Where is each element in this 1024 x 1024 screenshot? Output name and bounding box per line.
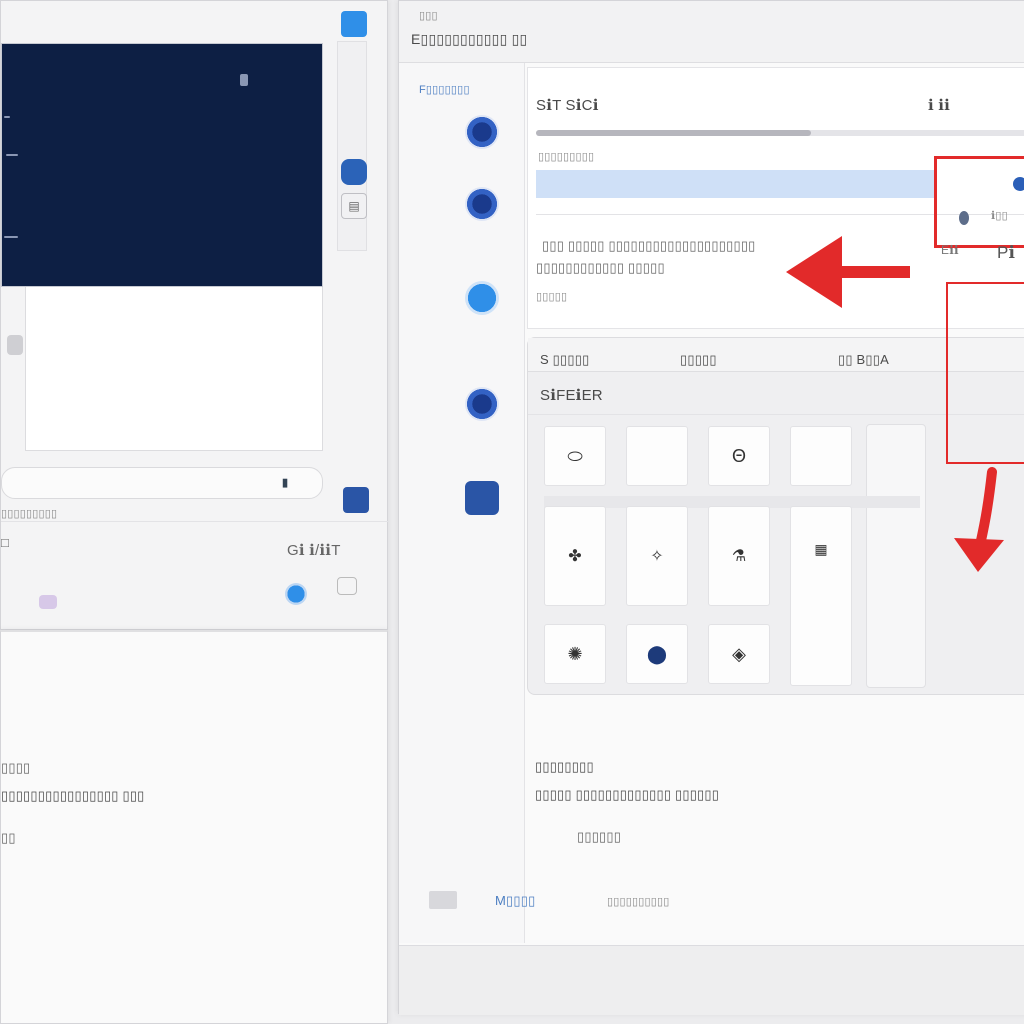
lower-label-2: ▯▯▯▯▯▯▯▯▯▯▯▯▯▯▯▯ ▯▯▯ xyxy=(1,788,145,803)
divider xyxy=(1,521,389,522)
globe-icon[interactable] xyxy=(341,159,367,185)
left-label-2: □ xyxy=(1,535,10,550)
highlight-label: Pℹ xyxy=(997,243,1016,262)
blue-square-icon[interactable] xyxy=(341,11,367,37)
side-scroll-column[interactable] xyxy=(337,41,367,251)
grid-tile[interactable]: ▦ xyxy=(790,506,852,686)
handle-icon[interactable] xyxy=(7,335,23,355)
left-window: ▤ ▮ ▯▯▯▯▯▯▯▯▯ □ Gℹ ℹ/ℹℹT xyxy=(0,0,389,630)
selected-row[interactable] xyxy=(536,170,936,198)
blue-dot-icon[interactable] xyxy=(285,583,307,605)
app-square-icon[interactable] xyxy=(465,481,499,515)
grid-tile[interactable]: ✧ xyxy=(626,506,688,606)
window-header: ▯▯▯ E▯▯▯▯▯▯▯▯▯▯▯ ▯▯ xyxy=(399,1,1024,63)
dark-preview-panel xyxy=(1,43,323,287)
grid-tile[interactable] xyxy=(790,426,852,486)
card-title: SℹT SℹCℹ xyxy=(536,97,599,114)
indicator-icon xyxy=(4,116,10,118)
grid-tile[interactable]: ✺ xyxy=(544,624,606,684)
left-lower-panel: ▯▯▯▯ ▯▯▯▯▯▯▯▯▯▯▯▯▯▯▯▯ ▯▯▯ ▯▯ xyxy=(0,630,388,1024)
grid-tile[interactable]: ✤ xyxy=(544,506,606,606)
grid-head-2: ▯▯▯▯▯ xyxy=(680,352,717,367)
card-title-right: ℹ ℹℹ xyxy=(928,97,951,114)
globe-icon[interactable] xyxy=(465,387,499,421)
side-tall-panel[interactable] xyxy=(866,424,926,688)
highlight-value: ℹ▯▯ xyxy=(991,210,1008,222)
progress-fill xyxy=(536,130,811,136)
indicator-icon xyxy=(240,74,248,86)
lower-label-3: ▯▯ xyxy=(1,830,16,845)
footer-label-2: ▯▯▯▯▯▯▯▯▯▯ xyxy=(607,896,670,908)
row-label-1: ▯▯▯▯▯▯▯▯▯ xyxy=(538,151,595,163)
grid-tile[interactable]: Θ xyxy=(708,426,770,486)
grid-tile[interactable]: ⬤ xyxy=(626,624,688,684)
left-label-1: ▯▯▯▯▯▯▯▯▯ xyxy=(1,508,58,520)
window-footer xyxy=(399,945,1024,1015)
bottom-label-1: ▯▯▯▯▯▯▯▯ xyxy=(535,759,594,774)
footer-label-1[interactable]: M▯▯▯▯ xyxy=(495,893,535,909)
image-icon xyxy=(429,891,457,909)
grid-subhead: SℹFEℹER xyxy=(540,387,603,404)
input-cursor-icon: ▮ xyxy=(282,477,289,489)
document-icon[interactable]: ▤ xyxy=(341,193,367,219)
folder-icon[interactable] xyxy=(337,577,357,595)
sidebar: F▯▯▯▯▯▯▯ xyxy=(399,63,525,943)
grid-head-1: S ▯▯▯▯▯ xyxy=(540,352,590,367)
grid-tile[interactable]: ⚗ xyxy=(708,506,770,606)
blue-dot-icon[interactable] xyxy=(465,281,499,315)
sidebar-label: F▯▯▯▯▯▯▯ xyxy=(419,84,470,96)
bottom-label-2: ▯▯▯▯▯ ▯▯▯▯▯▯▯▯▯▯▯▯▯ ▯▯▯▯▯▯ xyxy=(535,787,720,802)
red-arrow-down xyxy=(954,467,1004,572)
header-line-2: E▯▯▯▯▯▯▯▯▯▯▯ ▯▯ xyxy=(411,31,528,47)
bottom-label-3: ▯▯▯▯▯▯ xyxy=(577,829,622,844)
message-input[interactable]: ▮ xyxy=(1,467,323,499)
highlight-box xyxy=(946,282,1024,464)
row-label-4: ▯▯▯▯▯ xyxy=(536,291,568,303)
camera-icon[interactable] xyxy=(465,187,499,221)
indicator-icon xyxy=(6,154,18,156)
square-app-icon[interactable] xyxy=(343,487,369,513)
preview-white-area xyxy=(25,287,323,451)
grid-tile[interactable]: ⬭ xyxy=(544,426,606,486)
left-label-3: Gℹ ℹ/ℹℹT xyxy=(287,542,341,559)
row-label-3: ▯▯▯▯▯▯▯▯▯▯▯▯ ▯▯▯▯▯ xyxy=(536,260,665,275)
highlight-box: Eℹℹ Pℹ ℹ▯▯ xyxy=(934,156,1024,262)
header-line-1: ▯▯▯ xyxy=(419,10,438,22)
lower-label-1: ▯▯▯▯ xyxy=(1,760,31,775)
red-arrow-left xyxy=(786,236,910,308)
globe-icon[interactable] xyxy=(465,115,499,149)
row-label-2: ▯▯▯ ▯▯▯▯▯ ▯▯▯▯▯▯▯▯▯▯▯▯▯▯▯▯▯▯▯▯ xyxy=(542,238,756,253)
indicator-icon xyxy=(4,236,18,238)
progress-bar xyxy=(536,130,1024,136)
palette-icon xyxy=(39,595,57,609)
highlight-label: Eℹℹ xyxy=(941,243,959,257)
grid-tile[interactable]: ◈ xyxy=(708,624,770,684)
grid-tile[interactable] xyxy=(626,426,688,486)
right-window: ▯▯▯ E▯▯▯▯▯▯▯▯▯▯▯ ▯▯ F▯▯▯▯▯▯▯ SℹT SℹCℹ ℹ … xyxy=(398,0,1024,1015)
pin-icon xyxy=(959,211,969,225)
grid-head-3: ▯▯ B▯▯A xyxy=(838,352,889,367)
globe-icon xyxy=(1013,177,1024,191)
